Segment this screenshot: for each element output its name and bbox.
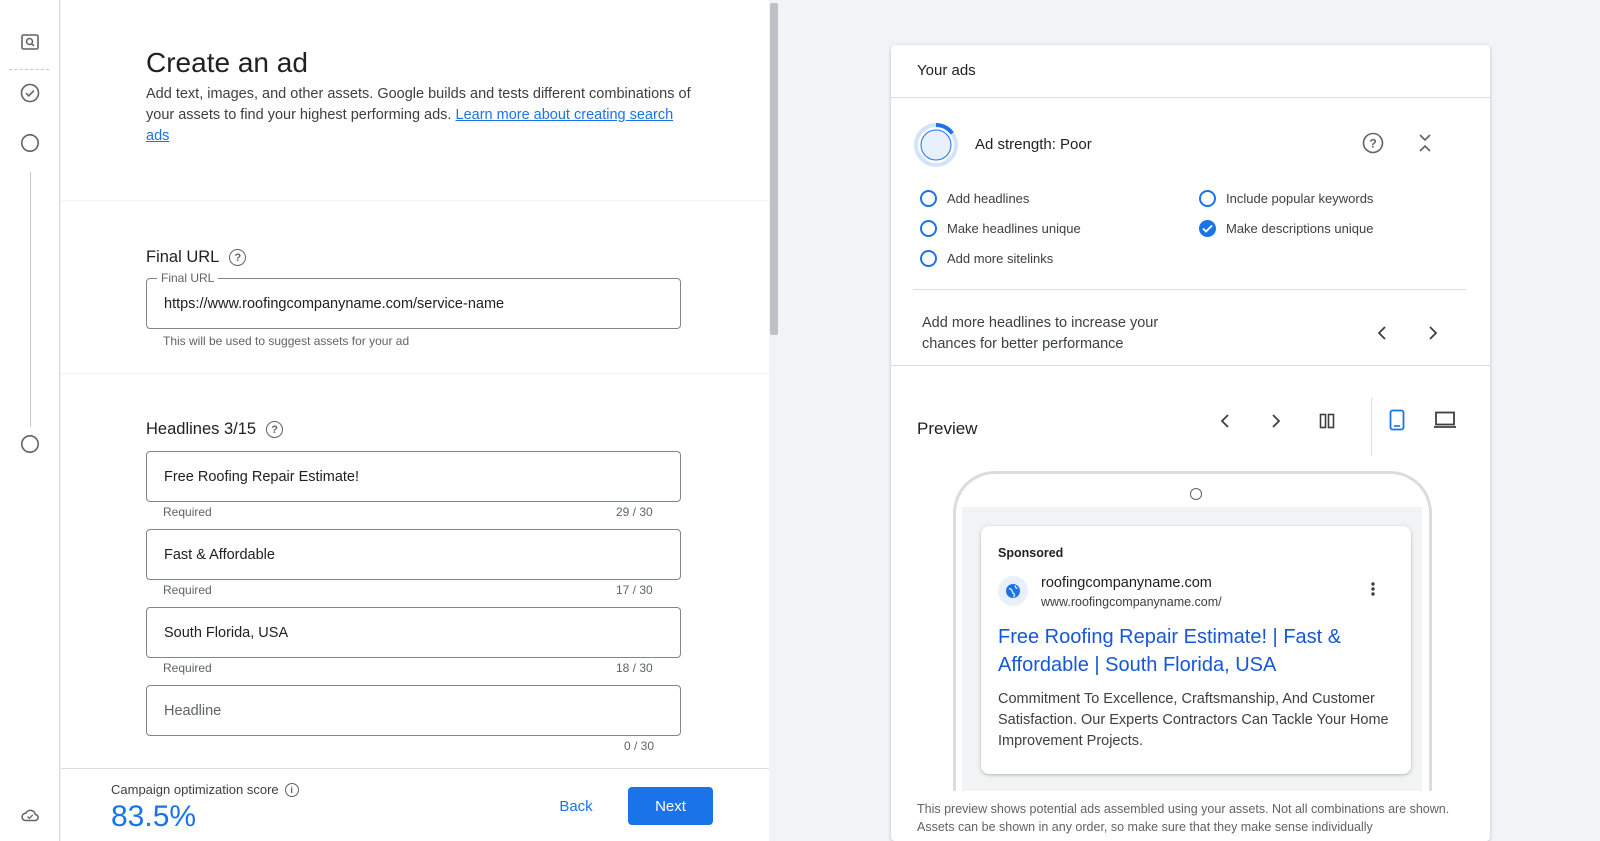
headline-input-2[interactable]: Fast & Affordable	[146, 529, 681, 580]
ad-strength-label: Ad strength: Poor	[975, 136, 1092, 153]
help-icon[interactable]: ?	[1361, 131, 1385, 155]
bottom-action-bar: Campaign optimization score i 83.5% Back…	[61, 768, 769, 841]
tip-headlines-unique: Make headlines unique	[920, 220, 1081, 237]
globe-icon	[998, 576, 1028, 606]
status-circle	[920, 220, 937, 237]
preview-title: Preview	[917, 419, 978, 438]
tip-descriptions-unique: Make descriptions unique	[1199, 220, 1373, 237]
status-circle	[920, 190, 937, 207]
final-url-input[interactable]: https://www.roofingcompanyname.com/servi…	[146, 278, 681, 329]
optimization-score: 83.5%	[111, 800, 197, 833]
next-button[interactable]: Next	[628, 787, 713, 825]
tip-popular-keywords: Include popular keywords	[1199, 190, 1373, 207]
headline-char-count: 17 / 30	[616, 583, 653, 597]
chevron-right-icon[interactable]	[1264, 409, 1288, 433]
scrollbar-thumb[interactable]	[770, 3, 778, 335]
chevron-right-icon[interactable]	[1421, 321, 1445, 345]
step-circle-icon[interactable]	[19, 132, 41, 154]
collapse-icon[interactable]	[1413, 131, 1437, 155]
headlines-section-title: Headlines 3/15 ?	[146, 420, 284, 439]
headline-status: Required	[163, 505, 212, 519]
ad-preview-icon[interactable]	[19, 31, 41, 53]
chevron-left-icon[interactable]	[1370, 321, 1394, 345]
cloud-icon[interactable]	[19, 804, 41, 826]
headline-status: Required	[163, 583, 212, 597]
optimization-score-label: Campaign optimization score i	[111, 782, 299, 797]
check-icon	[1199, 220, 1216, 237]
headline-char-count: 18 / 30	[616, 661, 653, 675]
your-ads-panel: Your ads Ad strength: Poor ? Add headlin…	[891, 45, 1490, 841]
phone-preview-frame: Sponsored roofingcompanyname.com www.roo…	[953, 471, 1432, 791]
help-icon[interactable]: ?	[229, 249, 247, 266]
back-button[interactable]: Back	[551, 789, 601, 823]
final-url-floating-label: Final URL	[157, 271, 219, 285]
headlines-card: Headlines 3/15 ? Free Roofing Repair Est…	[61, 374, 769, 768]
ad-domain: roofingcompanyname.com	[1041, 575, 1212, 591]
phone-camera	[1190, 488, 1202, 500]
headline-status: Required	[163, 661, 212, 675]
check-circle-icon[interactable]	[19, 82, 41, 104]
chevron-left-icon[interactable]	[1213, 409, 1237, 433]
ad-preview-card: Sponsored roofingcompanyname.com www.roo…	[981, 526, 1411, 774]
status-circle	[1199, 190, 1216, 207]
more-vert-icon[interactable]	[1371, 581, 1375, 602]
preview-disclaimer: This preview shows potential ads assembl…	[917, 802, 1450, 834]
create-ad-panel: Create an ad Add text, images, and other…	[61, 0, 769, 841]
final-url-card: Final URL ? https://www.roofingcompanyna…	[61, 201, 769, 373]
tip-add-headlines: Add headlines	[920, 190, 1029, 207]
columns-view-icon[interactable]	[1315, 409, 1339, 433]
headline-input-3[interactable]: South Florida, USA	[146, 607, 681, 658]
sponsored-label: Sponsored	[998, 546, 1064, 560]
step-circle-icon[interactable]	[19, 433, 41, 455]
headline-char-count: 0 / 30	[624, 739, 655, 753]
help-icon[interactable]: ?	[266, 421, 284, 438]
final-url-hint: This will be used to suggest assets for …	[163, 334, 410, 348]
suggestion-text: Add more headlines to increase your chan…	[922, 315, 1159, 352]
ad-description: Commitment To Excellence, Craftsmanship,…	[998, 691, 1389, 749]
your-ads-header: Your ads	[891, 45, 1490, 98]
left-step-rail	[0, 0, 60, 841]
desktop-device-icon[interactable]	[1431, 407, 1459, 433]
intro-card: Create an ad Add text, images, and other…	[61, 0, 769, 200]
headline-char-count: 29 / 30	[616, 505, 653, 519]
tip-add-sitelinks: Add more sitelinks	[920, 250, 1053, 267]
headline-input-4[interactable]: Headline	[146, 685, 681, 736]
ad-display-url: www.roofingcompanyname.com/	[1041, 595, 1222, 609]
status-circle	[920, 250, 937, 267]
ad-headline[interactable]: Free Roofing Repair Estimate! | Fast & A…	[998, 623, 1393, 679]
info-icon[interactable]: i	[284, 782, 299, 797]
page-title: Create an ad	[146, 47, 308, 78]
intro-text: Add text, images, and other assets. Goog…	[146, 86, 691, 144]
svg-text:?: ?	[1369, 137, 1376, 151]
ad-strength-ring	[914, 123, 958, 167]
mobile-device-icon[interactable]	[1384, 407, 1410, 433]
headline-input-1[interactable]: Free Roofing Repair Estimate!	[146, 451, 681, 502]
final-url-section-title: Final URL ?	[146, 248, 247, 267]
